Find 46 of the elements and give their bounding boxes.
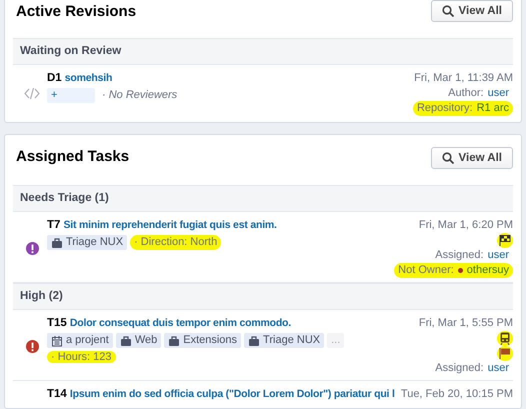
meta-label: Repository: xyxy=(416,102,473,114)
meta-link[interactable]: othersuy xyxy=(466,264,509,276)
group-header: Needs Triage (1) xyxy=(13,185,513,212)
project-tag[interactable]: Extensions xyxy=(164,333,242,348)
item-date: Fri, Mar 1, 11:39 AM xyxy=(413,71,513,86)
meta-link[interactable]: user xyxy=(488,362,509,374)
briefcase-icon xyxy=(120,334,132,346)
project-tag[interactable]: Triage NUX xyxy=(244,333,324,348)
item-attribute: · Hours: 123 xyxy=(47,351,116,363)
project-tag[interactable]: Triage NUX xyxy=(47,235,128,250)
project-tag[interactable]: Web xyxy=(116,333,162,348)
item-title-link[interactable]: somehsih xyxy=(64,72,112,84)
search-icon xyxy=(442,5,454,17)
item-attribute: · Direction: North xyxy=(130,235,222,250)
item-title-link[interactable]: Ipsum enim do sed officia culpa ("Dolor Lorem Dolor") pariatur qui l xyxy=(70,388,395,400)
meta-label: Author: xyxy=(448,87,484,99)
meta-link[interactable]: R1 arc xyxy=(476,102,509,114)
meta-link[interactable]: user xyxy=(488,249,509,261)
item-date: Tue, Feb 20, 10:15 PM xyxy=(400,387,513,402)
meta-link[interactable]: user xyxy=(488,87,509,99)
panel-title: Active Revisions xyxy=(15,2,136,22)
item-date: Fri, Mar 1, 6:20 PM xyxy=(418,218,513,233)
briefcase-icon xyxy=(248,334,260,346)
group-header: High (2) xyxy=(13,283,513,310)
item-id: D1 xyxy=(47,72,62,84)
item-id: T14 xyxy=(47,388,67,400)
view-all-button[interactable]: View All xyxy=(430,147,513,169)
add-tag-button[interactable]: + xyxy=(47,88,95,103)
briefcase-icon xyxy=(51,236,63,248)
project-tag[interactable]: a projent xyxy=(47,333,113,348)
panel-title: Assigned Tasks xyxy=(15,147,130,167)
code-icon xyxy=(24,87,40,100)
briefcase-icon xyxy=(168,334,180,346)
item-title-link[interactable]: Sit minim reprehenderit fugiat quis est anim. xyxy=(63,219,277,231)
search-icon xyxy=(442,152,454,164)
group-header: Waiting on Review xyxy=(13,38,513,65)
meta-label: Assigned: xyxy=(435,362,484,374)
item-id: T7 xyxy=(47,219,60,231)
meta-label: Assigned: xyxy=(435,249,484,261)
item-date: Fri, Mar 1, 5:55 PM xyxy=(418,316,513,331)
item-attribute: · No Reviewers xyxy=(101,88,178,103)
item-id: T15 xyxy=(47,317,67,329)
item-title-link[interactable]: Dolor consequat duis tempor enim commodo. xyxy=(70,317,291,329)
view-all-button[interactable]: View All xyxy=(430,0,513,22)
meta-label: Not Owner: xyxy=(398,264,454,276)
calendar-icon xyxy=(51,334,63,346)
